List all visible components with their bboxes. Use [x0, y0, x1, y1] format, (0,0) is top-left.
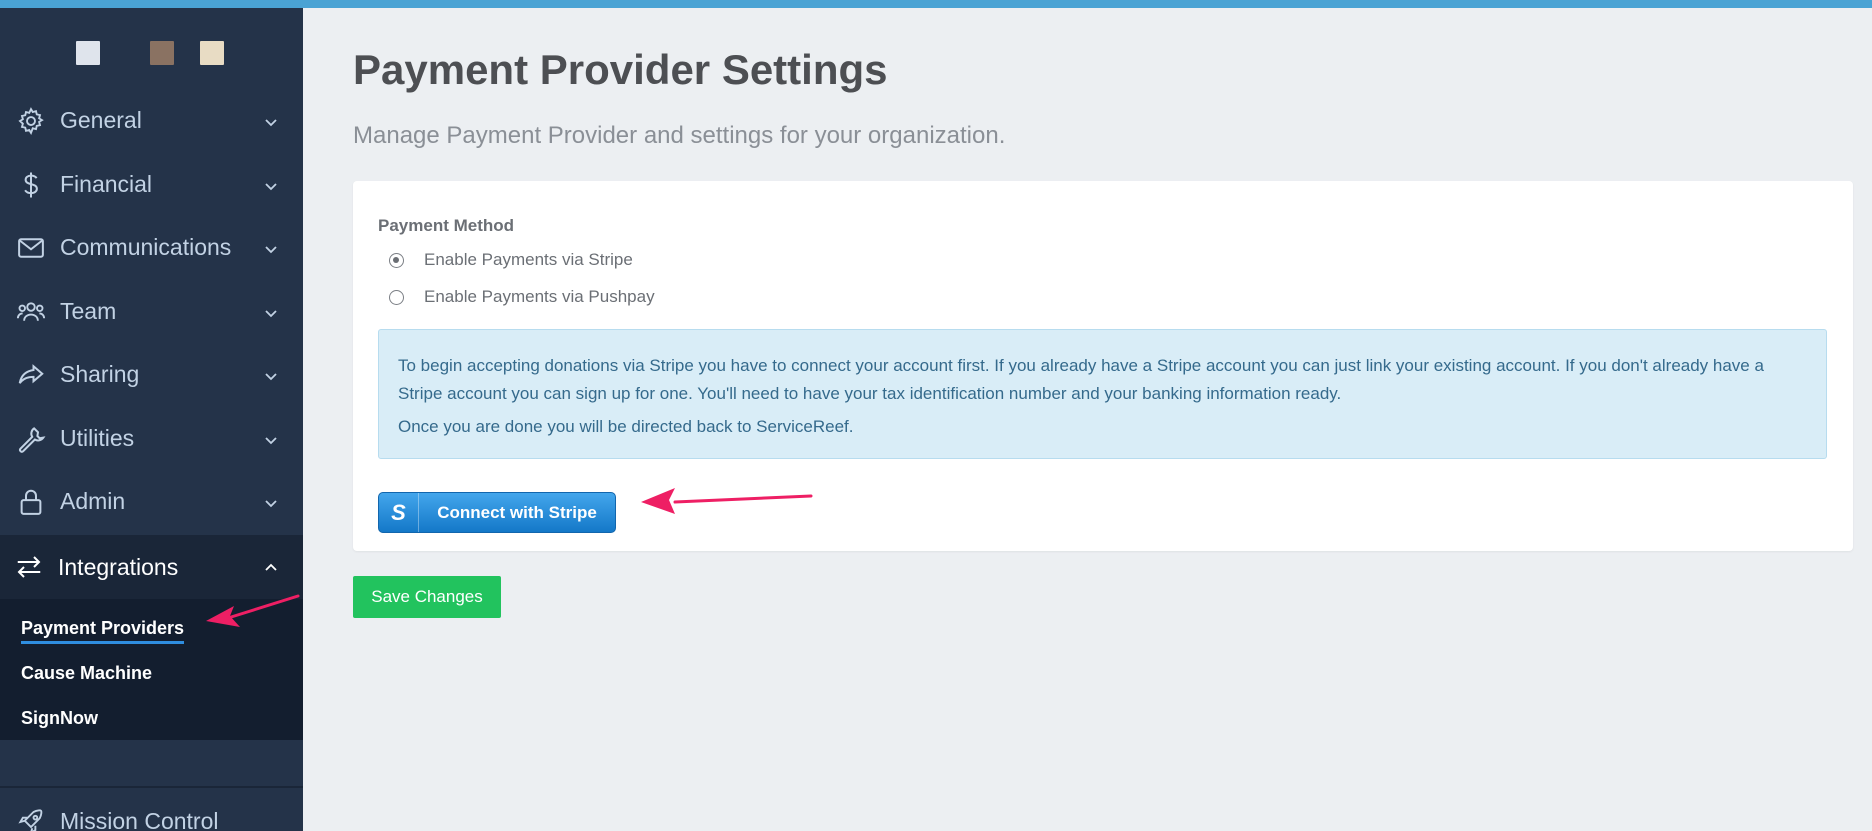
radio-stripe[interactable]: Enable Payments via Stripe	[389, 250, 633, 270]
sidebar-subitem-cause-machine[interactable]: Cause Machine	[21, 663, 152, 684]
payment-settings-card: Payment Method Enable Payments via Strip…	[353, 181, 1853, 551]
sidebar-item-financial[interactable]: Financial	[0, 155, 303, 215]
sidebar-divider	[0, 786, 303, 788]
info-text-2: Once you are done you will be directed b…	[398, 417, 854, 436]
lock-icon	[16, 487, 46, 517]
sidebar-item-label: Team	[60, 298, 117, 324]
connect-stripe-button[interactable]: S Connect with Stripe	[378, 492, 616, 533]
rocket-icon	[16, 807, 46, 831]
page-title: Payment Provider Settings	[353, 46, 888, 93]
swatch-2	[150, 41, 174, 65]
wrench-icon	[16, 424, 46, 454]
sidebar-item-sharing[interactable]: Sharing	[0, 345, 303, 405]
sidebar-item-label: Mission Control	[60, 808, 219, 831]
integrations-section: Integrations Payment Providers Cause Mac…	[0, 535, 303, 740]
sidebar-item-label: Financial	[60, 171, 153, 197]
radio-stripe-control[interactable]	[389, 252, 404, 268]
payment-method-label: Payment Method	[378, 216, 515, 235]
chevron-up-icon	[262, 559, 280, 577]
radio-pushpay-label: Enable Payments via Pushpay	[424, 287, 655, 306]
sidebar-item-label: Communications	[60, 234, 232, 260]
save-changes-button[interactable]: Save Changes	[353, 576, 501, 618]
radio-pushpay[interactable]: Enable Payments via Pushpay	[389, 287, 655, 307]
radio-stripe-label: Enable Payments via Stripe	[424, 250, 633, 269]
main-content: Payment Provider Settings Manage Payment…	[303, 8, 1872, 831]
sidebar-item-general[interactable]: General	[0, 91, 303, 151]
sidebar-item-label: General	[60, 107, 142, 133]
annotation-arrow-sidebar	[206, 594, 300, 627]
info-text-1: To begin accepting donations via Stripe …	[398, 356, 1764, 403]
sidebar-item-label: Admin	[60, 488, 126, 514]
dollar-icon	[16, 170, 46, 200]
stripe-logo-icon: S	[379, 493, 419, 532]
annotation-arrow-stripe	[641, 488, 813, 514]
swatch-1	[76, 41, 100, 65]
sidebar-item-team[interactable]: Team	[0, 282, 303, 342]
chevron-down-icon	[262, 494, 280, 512]
radio-pushpay-control[interactable]	[389, 289, 404, 305]
sidebar-subitem-payment-providers[interactable]: Payment Providers	[21, 618, 185, 644]
swatch-3	[200, 41, 224, 65]
share-icon	[16, 360, 46, 390]
sidebar-item-label: Integrations	[58, 554, 179, 580]
exchange-icon	[14, 552, 44, 582]
sidebar-item-mission-control[interactable]: Mission Control	[0, 792, 303, 831]
users-icon	[16, 297, 46, 327]
chevron-down-icon	[262, 240, 280, 258]
color-swatches	[0, 41, 303, 67]
sidebar-item-utilities[interactable]: Utilities	[0, 409, 303, 469]
gear-icon	[16, 106, 46, 136]
chevron-down-icon	[262, 431, 280, 449]
sidebar-item-label: Utilities	[60, 425, 135, 451]
chevron-down-icon	[262, 367, 280, 385]
sidebar-subitem-signnow[interactable]: SignNow	[21, 708, 98, 729]
connect-stripe-label: Connect with Stripe	[437, 502, 597, 522]
sidebar-item-admin[interactable]: Admin	[0, 472, 303, 532]
sidebar-item-communications[interactable]: Communications	[0, 218, 303, 278]
chevron-down-icon	[262, 304, 280, 322]
stripe-info-alert: To begin accepting donations via Stripe …	[378, 329, 1827, 459]
chevron-down-icon	[262, 113, 280, 131]
top-accent-bar	[0, 0, 1872, 8]
sidebar: General Financial Communications Team Sh…	[0, 8, 303, 831]
chevron-down-icon	[262, 177, 280, 195]
envelope-icon	[16, 233, 46, 263]
sidebar-item-label: Sharing	[60, 361, 140, 387]
page-subtitle: Manage Payment Provider and settings for…	[353, 122, 1006, 149]
